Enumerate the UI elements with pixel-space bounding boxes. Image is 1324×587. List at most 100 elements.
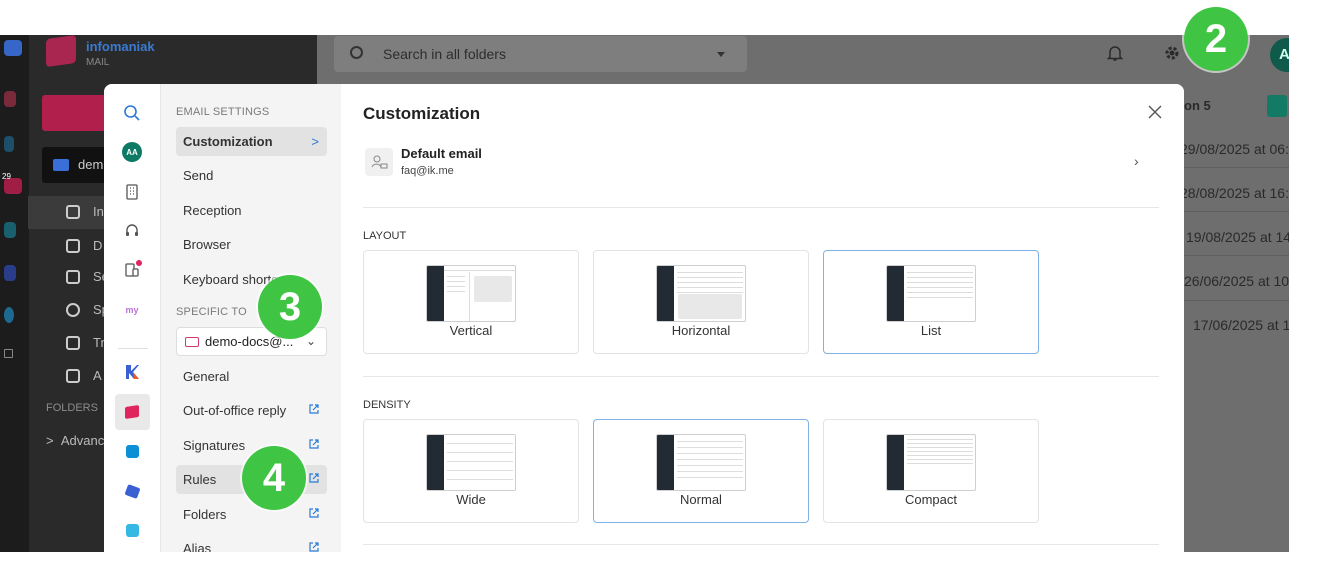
icon-divider <box>118 348 148 349</box>
page-title: Customization <box>363 104 481 123</box>
mail-logo-icon <box>46 35 76 68</box>
send-icon <box>66 270 80 284</box>
layout-heading: LAYOUT <box>363 230 407 242</box>
callout-badge-3: 3 <box>258 275 322 339</box>
item-label: Alias <box>183 541 212 552</box>
nav-label: In <box>93 204 104 219</box>
list-layout-preview <box>886 265 976 322</box>
specific-to-heading: SPECIFIC TO <box>176 306 247 318</box>
settings-item-folders[interactable]: Folders <box>176 500 327 529</box>
compact-density-preview <box>886 434 976 491</box>
account-avatar[interactable]: AA <box>122 142 142 162</box>
contacts-app-icon[interactable] <box>122 481 142 501</box>
message-date[interactable]: 19/08/2025 at 14: <box>1186 229 1289 245</box>
gear-icon[interactable] <box>1163 44 1181 62</box>
row-divider <box>1180 211 1289 212</box>
density-option-wide[interactable]: Wide <box>363 419 579 523</box>
row-divider <box>1180 255 1289 256</box>
search-bar[interactable]: Search in all folders <box>334 36 747 72</box>
item-label: Customization <box>183 134 273 149</box>
chevron-right-icon: › <box>1134 153 1139 169</box>
density-option-compact[interactable]: Compact <box>823 419 1039 523</box>
archive-icon <box>66 369 80 383</box>
item-label: Browser <box>183 237 231 252</box>
layout-option-vertical[interactable]: Vertical <box>363 250 579 354</box>
density-heading: DENSITY <box>363 399 411 411</box>
default-email-title: Default email <box>401 146 482 161</box>
wide-density-preview <box>426 434 516 491</box>
settings-item-browser[interactable]: Browser <box>176 230 327 259</box>
list-header-text: on 5 <box>1184 98 1211 113</box>
ksuite-logo-icon[interactable] <box>4 40 22 56</box>
external-link-icon <box>309 439 319 449</box>
headset-icon[interactable] <box>122 221 142 241</box>
settings-item-alias[interactable]: Alias <box>176 534 327 552</box>
calendar-app-icon[interactable] <box>4 222 16 238</box>
account-short-label: dem <box>78 157 104 172</box>
drive-icon[interactable] <box>4 136 14 152</box>
advanced-folders-toggle[interactable]: > Advanc <box>46 433 104 448</box>
vertical-layout-preview <box>426 265 516 322</box>
external-link-icon <box>309 473 319 483</box>
option-label: Normal <box>680 492 722 507</box>
settings-item-reception[interactable]: Reception <box>176 196 327 225</box>
item-label: Out-of-office reply <box>183 403 287 418</box>
message-date[interactable]: 28/08/2025 at 16:0 <box>1180 185 1289 201</box>
rail-badge: 29 <box>2 172 11 181</box>
home-icon[interactable] <box>4 91 16 107</box>
user-avatar[interactable]: A <box>1270 38 1289 72</box>
chat-app-icon[interactable] <box>4 307 14 323</box>
item-label: Rules <box>183 472 217 487</box>
row-divider <box>1180 300 1289 301</box>
mail-app-icon[interactable] <box>122 402 142 422</box>
nav-label: D <box>93 238 103 253</box>
message-date[interactable]: 29/08/2025 at 06: <box>1180 141 1289 157</box>
mail-icon <box>53 159 69 171</box>
mail-app-icon[interactable]: 29 <box>2 172 22 194</box>
item-label: Keyboard shortc <box>183 272 278 287</box>
drive-app-icon[interactable] <box>122 441 142 461</box>
settings-item-general[interactable]: General <box>176 362 327 391</box>
callout-badge-4: 4 <box>242 446 306 510</box>
message-date[interactable]: 17/06/2025 at 13: <box>1193 317 1289 333</box>
item-label: Folders <box>183 507 227 522</box>
option-label: List <box>920 323 942 338</box>
search-placeholder: Search in all folders <box>383 46 506 62</box>
layout-option-horizontal[interactable]: Horizontal <box>593 250 809 354</box>
spam-icon <box>66 303 80 317</box>
layout-option-list[interactable]: List <box>823 250 1039 354</box>
select-all-checkbox[interactable] <box>1267 95 1287 117</box>
settings-item-send[interactable]: Send <box>176 161 327 190</box>
divider <box>363 207 1159 208</box>
my-ksuite-icon[interactable]: my <box>122 300 142 320</box>
calendar-app-icon[interactable] <box>122 520 142 540</box>
contacts-app-icon[interactable] <box>4 265 16 281</box>
message-date[interactable]: 26/06/2025 at 10: <box>1184 273 1289 289</box>
default-email-value: faq@ik.me <box>401 165 454 177</box>
chevron-down-icon[interactable] <box>717 52 725 57</box>
item-label: General <box>183 369 230 384</box>
user-mail-icon <box>365 148 393 176</box>
trash-icon <box>66 336 80 350</box>
item-label: Signatures <box>183 438 246 453</box>
brand-subtitle: MAIL <box>86 57 110 68</box>
kchat-logo-icon[interactable] <box>122 362 142 382</box>
horizontal-layout-preview <box>656 265 746 322</box>
email-settings-heading: EMAIL SETTINGS <box>176 106 270 118</box>
add-app-icon[interactable] <box>4 349 13 358</box>
mail-icon <box>185 337 199 347</box>
close-icon[interactable] <box>1146 103 1164 121</box>
inbox-icon <box>66 205 80 219</box>
density-option-normal[interactable]: Normal <box>593 419 809 523</box>
bell-icon[interactable] <box>1106 44 1124 62</box>
settings-item-customization[interactable]: Customization > <box>176 127 327 156</box>
building-icon[interactable] <box>122 182 142 202</box>
callout-badge-2: 2 <box>1184 7 1248 71</box>
settings-item-out-of-office[interactable]: Out-of-office reply <box>176 396 327 425</box>
search-icon[interactable] <box>122 103 142 123</box>
item-label: Reception <box>183 203 242 218</box>
item-label: Send <box>183 168 214 183</box>
option-label: Horizontal <box>671 323 731 338</box>
folders-heading: FOLDERS <box>46 402 98 414</box>
devices-icon[interactable] <box>122 260 142 280</box>
